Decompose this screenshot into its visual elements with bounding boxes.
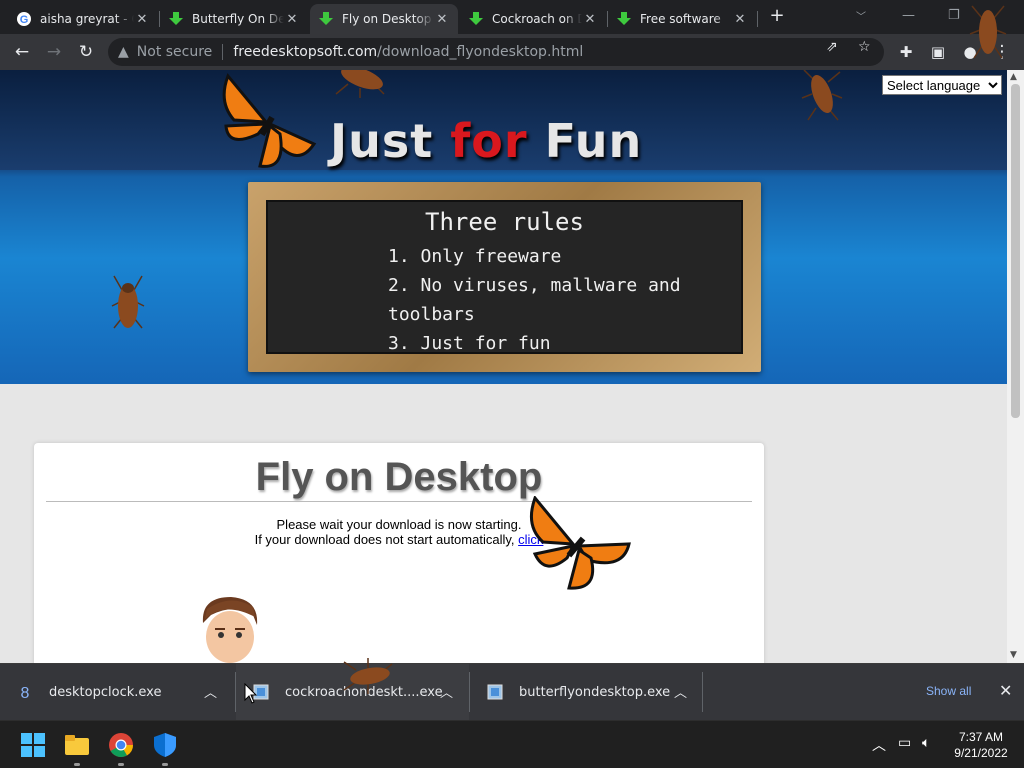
site-headline: Just for Fun bbox=[330, 114, 643, 168]
volume-icon[interactable]: 🔈︎ bbox=[922, 735, 930, 751]
mouse-cursor-icon bbox=[244, 683, 258, 704]
rules-title: Three rules bbox=[425, 208, 584, 236]
download-arrow-icon bbox=[468, 11, 484, 27]
cockroach-decoration bbox=[801, 70, 843, 121]
tab-google[interactable]: G aisha greyrat - Google ✕ bbox=[8, 4, 158, 34]
back-button[interactable]: ← bbox=[10, 40, 34, 64]
close-icon[interactable]: ✕ bbox=[434, 12, 450, 27]
warning-icon[interactable]: ▲ bbox=[118, 44, 129, 60]
tab-cockroach[interactable]: Cockroach on Desktop ✕ bbox=[460, 4, 606, 34]
side-panel-icon[interactable]: ▣ bbox=[926, 40, 950, 64]
show-all-button[interactable]: Show all bbox=[926, 684, 971, 698]
cockroach-decoration bbox=[343, 658, 393, 694]
share-icon[interactable]: ⇗ bbox=[826, 39, 838, 55]
rules-list: 1. Only freeware 2. No viruses, mallware… bbox=[388, 242, 741, 358]
chevron-up-icon[interactable]: ︿ bbox=[674, 682, 687, 701]
extensions-icon[interactable]: ✚ bbox=[894, 40, 918, 64]
rule-item: 2. No viruses, mallware and toolbars bbox=[388, 275, 681, 325]
header-banner: Just for Fun Three rules 1. Only freewar… bbox=[0, 70, 1007, 384]
svg-text:G: G bbox=[20, 14, 29, 26]
tab-strip: G aisha greyrat - Google ✕ Butterfly On … bbox=[0, 0, 1024, 34]
forward-button[interactable]: → bbox=[42, 40, 66, 64]
butterfly-decoration bbox=[529, 496, 631, 590]
rule-item: 3. Just for fun bbox=[388, 333, 551, 354]
chevron-up-icon[interactable]: ︿ bbox=[872, 735, 886, 755]
clock-app-icon: 8 bbox=[16, 683, 34, 701]
page-viewport: Just for Fun Three rules 1. Only freewar… bbox=[0, 70, 1007, 663]
chevron-down-icon[interactable]: ﹀ bbox=[856, 8, 866, 23]
close-icon[interactable]: ✕ bbox=[134, 12, 150, 27]
cockroach-decoration bbox=[111, 275, 145, 329]
page-scrollbar[interactable]: ▲ ▼ bbox=[1007, 70, 1024, 663]
start-button[interactable] bbox=[20, 732, 46, 758]
system-clock[interactable]: 7:37 AM 9/21/2022 bbox=[946, 729, 1016, 761]
language-select[interactable]: Select language bbox=[882, 75, 1002, 95]
cartoon-man-avatar bbox=[202, 597, 258, 663]
file-explorer-icon[interactable] bbox=[64, 732, 90, 758]
download-arrow-icon bbox=[616, 11, 632, 27]
rules-chalkboard: Three rules 1. Only freeware 2. No virus… bbox=[248, 182, 761, 372]
tab-free-software[interactable]: Free software ✕ bbox=[608, 4, 756, 34]
minimize-icon[interactable]: — bbox=[902, 8, 915, 23]
tab-butterfly[interactable]: Butterfly On Desktop ✕ bbox=[160, 4, 308, 34]
restore-icon[interactable]: ❐ bbox=[948, 8, 960, 23]
windows-taskbar: ︿ ▭ 🔈︎ 7:37 AM 9/21/2022 bbox=[0, 720, 1024, 768]
close-icon[interactable]: ✕ bbox=[582, 12, 598, 27]
page-title: Fly on Desktop bbox=[255, 455, 543, 499]
bookmark-star-icon[interactable]: ☆ bbox=[858, 39, 871, 55]
close-icon[interactable]: ✕ bbox=[284, 12, 300, 27]
download-card: Fly on Desktop Please wait your download… bbox=[34, 443, 764, 663]
chrome-icon[interactable] bbox=[108, 732, 134, 758]
download-item[interactable]: 8 desktopclock.exe ︿ bbox=[0, 664, 233, 720]
download-shelf: 8 desktopclock.exe ︿ cockroachondeskt...… bbox=[0, 658, 1024, 720]
scroll-up-icon[interactable]: ▲ bbox=[1010, 72, 1017, 82]
download-message: Please wait your download is now startin… bbox=[254, 517, 544, 547]
svg-text:8: 8 bbox=[21, 685, 30, 701]
google-icon: G bbox=[16, 11, 32, 27]
tab-fly-on-desktop[interactable]: Fly on Desktop ✕ bbox=[310, 4, 458, 34]
reload-button[interactable]: ↻ bbox=[74, 40, 98, 64]
scroll-down-icon[interactable]: ▼ bbox=[1010, 650, 1017, 660]
network-icon[interactable]: ▭ bbox=[898, 735, 911, 751]
close-icon[interactable]: ✕ bbox=[999, 681, 1012, 700]
chevron-up-icon[interactable]: ︿ bbox=[204, 682, 217, 701]
close-icon[interactable]: ✕ bbox=[732, 12, 748, 27]
new-tab-button[interactable]: + bbox=[767, 6, 787, 26]
download-item[interactable]: butterflyondesktop.exe ︿ bbox=[470, 664, 703, 720]
butterfly-decoration bbox=[222, 73, 317, 168]
chevron-up-icon[interactable]: ︿ bbox=[440, 682, 453, 701]
download-arrow-icon bbox=[318, 11, 334, 27]
cockroach-decoration bbox=[969, 5, 1007, 59]
rule-item: 1. Only freeware bbox=[388, 246, 562, 267]
cockroach-decoration bbox=[335, 70, 385, 98]
installer-icon bbox=[486, 683, 504, 701]
browser-toolbar: ← → ↻ ▲ Not secure freedesktopsoft.com/d… bbox=[0, 34, 1024, 70]
windows-security-icon[interactable] bbox=[152, 732, 178, 758]
download-arrow-icon bbox=[168, 11, 184, 27]
address-bar[interactable]: ▲ Not secure freedesktopsoft.com/downloa… bbox=[108, 38, 884, 66]
scroll-thumb[interactable] bbox=[1011, 84, 1020, 418]
